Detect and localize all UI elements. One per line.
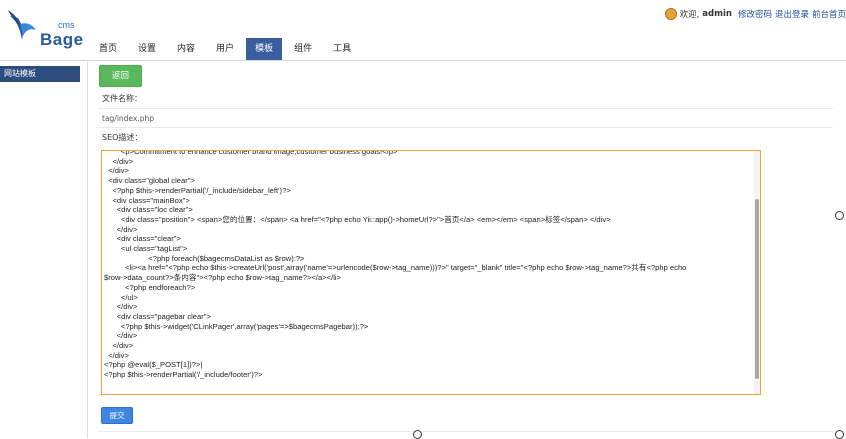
sidebar: 网站模板 (0, 61, 88, 438)
submit-button[interactable]: 提交 (101, 407, 133, 424)
nav-home[interactable]: 首页 (90, 38, 126, 60)
change-password-link[interactable]: 修改密码 (738, 8, 772, 20)
divider (98, 127, 833, 128)
nav-users[interactable]: 用户 (207, 38, 243, 60)
logo-bage-text: Bage (40, 30, 84, 49)
divider (98, 431, 833, 432)
main-content: 返回 文件名称： tag/index.php SEO描述： <p>Commitm… (88, 61, 846, 438)
logout-link[interactable]: 退出登录 (775, 8, 809, 20)
welcome-text: 欢迎, (679, 10, 700, 20)
top-header: cms Bage 首页 设置 内容 用户 模板 组件 工具 欢迎, admin … (0, 0, 846, 61)
logo-cms-text: cms (58, 20, 75, 30)
editor-scroll-thumb[interactable] (755, 199, 759, 379)
nav-content[interactable]: 内容 (168, 38, 204, 60)
user-avatar-icon (664, 8, 677, 20)
back-button[interactable]: 返回 (99, 65, 142, 87)
resize-handle-icon[interactable] (835, 211, 844, 220)
main-nav: 首页 设置 内容 用户 模板 组件 工具 (90, 38, 363, 60)
sidebar-item-site-templates[interactable]: 网站模板 (0, 66, 80, 82)
divider (98, 108, 833, 109)
file-name-value: tag/index.php (102, 114, 155, 123)
seo-label: SEO描述： (102, 133, 143, 142)
bagecms-logo[interactable]: cms Bage (6, 6, 83, 49)
nav-tools[interactable]: 工具 (324, 38, 360, 60)
user-bar: 欢迎, admin 修改密码 退出登录 前台首页 (664, 8, 846, 20)
nav-settings[interactable]: 设置 (129, 38, 165, 60)
nav-components[interactable]: 组件 (285, 38, 321, 60)
code-textarea[interactable]: <p>Commitment to enhance customer brand … (102, 151, 760, 380)
editor-scrollbar[interactable] (754, 151, 760, 394)
frontend-home-link[interactable]: 前台首页 (812, 8, 846, 20)
nav-templates[interactable]: 模板 (246, 38, 283, 60)
username: admin (702, 9, 732, 19)
file-name-label: 文件名称： (102, 94, 142, 103)
code-editor[interactable]: <p>Commitment to enhance customer brand … (101, 150, 761, 395)
bird-logo-icon (8, 10, 36, 40)
